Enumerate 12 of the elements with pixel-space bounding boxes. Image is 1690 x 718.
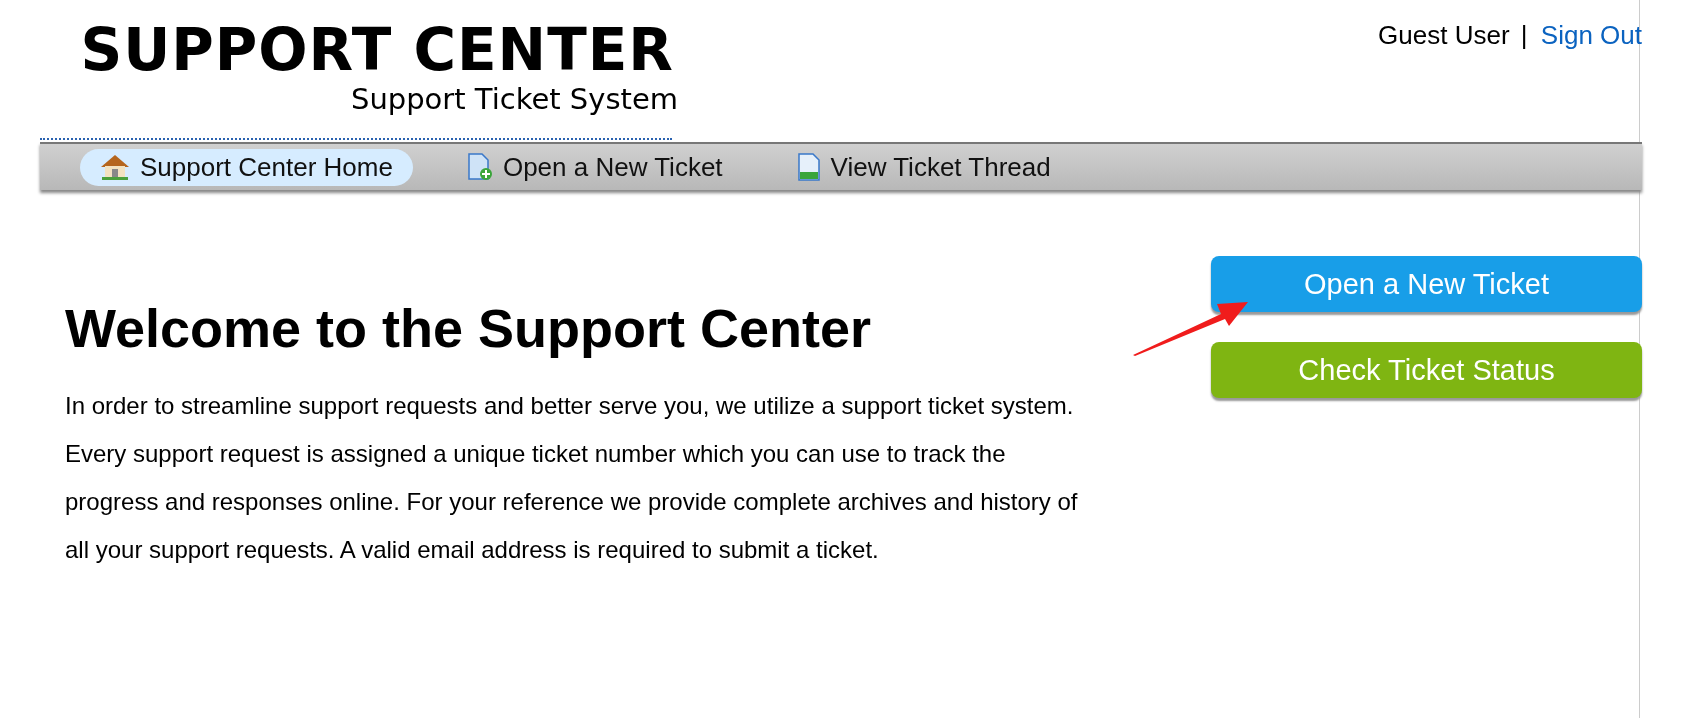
page-heading: Welcome to the Support Center [65, 298, 873, 358]
house-icon [100, 154, 130, 180]
nav-tab[interactable]: Open a New Ticket [446, 148, 743, 186]
logo-title: SUPPORT CENTER [80, 18, 674, 82]
nav-tab[interactable]: Support Center Home [80, 148, 413, 186]
sign-out-link[interactable]: Sign Out [1540, 20, 1642, 50]
separator: | [1520, 20, 1528, 50]
user-name: Guest User [1378, 20, 1510, 50]
nav-tab[interactable]: View Ticket Thread [776, 148, 1071, 186]
document-icon [796, 153, 821, 181]
document-add-icon [466, 153, 493, 181]
intro-paragraph: In order to streamline support requests and better serve you, we utilize a support ticket system. Every support request is assigned a unique ticket number which you can use to track the progress and responses online. For your reference we provide complete archives and history of all your support requests. A valid email address is required to submit a ticket. [65, 391, 1079, 565]
